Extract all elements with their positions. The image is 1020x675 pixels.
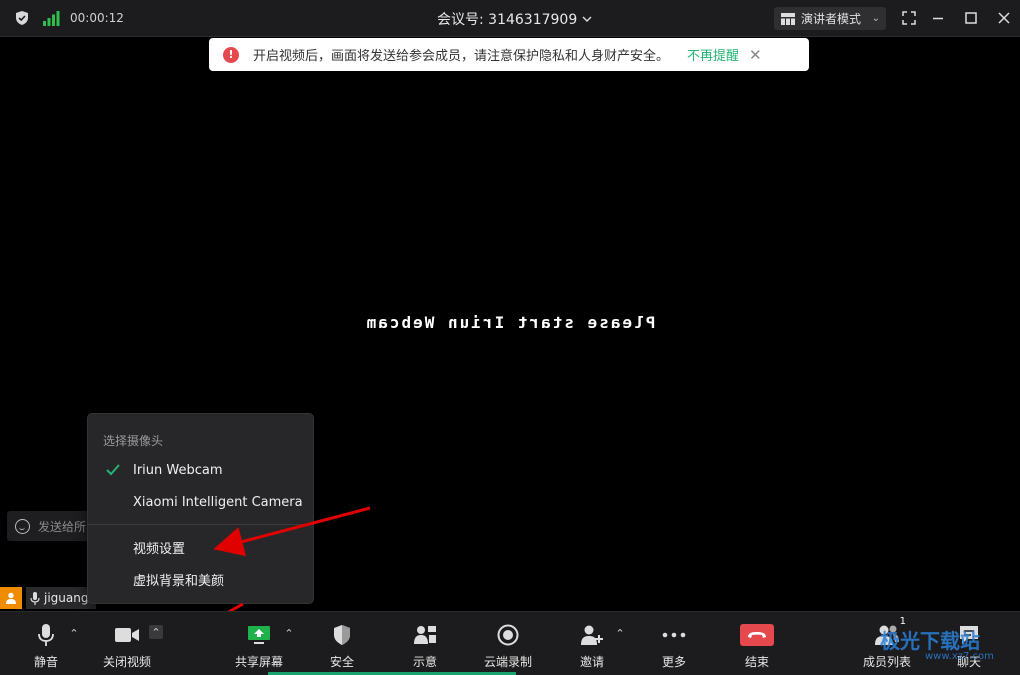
menu-divider — [88, 524, 313, 525]
camera-select-menu: 选择摄像头 Iriun Webcam Xiaomi Intelligent Ca… — [87, 413, 314, 604]
video-options-caret[interactable]: ⌃ — [149, 625, 163, 639]
fullscreen-icon[interactable] — [900, 9, 918, 27]
layout-grid-icon — [781, 12, 795, 25]
microphone-icon — [30, 591, 40, 605]
checkmark-icon — [106, 464, 120, 476]
close-icon[interactable] — [995, 9, 1013, 27]
emoji-icon[interactable] — [15, 518, 30, 534]
mute-label: 静音 — [33, 655, 58, 669]
user-icon — [6, 592, 16, 604]
shield-icon — [334, 625, 350, 645]
camera-option-label: Iriun Webcam — [133, 462, 223, 478]
video-settings-label: 视频设置 — [133, 541, 186, 557]
members-count-badge: 1 — [899, 616, 906, 627]
virtual-background-label: 虚拟背景和美颜 — [133, 573, 225, 589]
share-screen-icon — [248, 626, 270, 644]
record-icon — [497, 624, 519, 646]
meeting-id-label: 会议号: 3146317909 — [437, 12, 578, 28]
annotate-label: 示意 — [412, 655, 437, 669]
cloud-record-label: 云端录制 — [483, 655, 532, 669]
signal-icon[interactable] — [42, 10, 60, 26]
shield-icon[interactable] — [14, 10, 30, 26]
people-icon — [414, 626, 436, 644]
members-icon — [875, 625, 899, 645]
chat-placeholder: 发送给所 — [38, 519, 87, 534]
camera-menu-header: 选择摄像头 — [103, 434, 164, 448]
video-camera-icon — [115, 628, 139, 642]
more-button[interactable]: 更多 — [654, 612, 694, 675]
security-button[interactable]: 安全 — [322, 612, 362, 675]
mute-button[interactable]: 静音 — [26, 612, 66, 675]
participant-name: jiguang — [44, 591, 89, 605]
add-user-icon — [581, 625, 603, 645]
avatar — [0, 587, 22, 609]
share-screen-label: 共享屏幕 — [234, 655, 283, 669]
maximize-icon[interactable] — [962, 9, 980, 27]
microphone-icon — [38, 624, 54, 646]
share-screen-button[interactable]: 共享屏幕 — [232, 612, 286, 675]
participant-name-tag: jiguang — [26, 587, 97, 609]
chevron-down-icon — [582, 16, 592, 22]
privacy-notice: ! 开启视频后，画面将发送给参会成员，请注意保护隐私和人身财产安全。 不再提醒 … — [209, 38, 809, 71]
cloud-record-button[interactable]: 云端录制 — [481, 612, 535, 675]
chat-bubble-icon — [960, 626, 978, 644]
camera-option-iriun[interactable]: Iriun Webcam — [88, 455, 313, 485]
more-label: 更多 — [661, 655, 686, 669]
end-meeting-label: 结束 — [744, 655, 769, 669]
camera-option-label: Xiaomi Intelligent Camera — [133, 494, 303, 510]
hang-up-icon — [740, 624, 774, 646]
members-list-button[interactable]: 1 成员列表 — [860, 612, 914, 675]
video-placeholder-text: Please start Iriun Webcam — [364, 313, 656, 332]
members-list-label: 成员列表 — [862, 655, 911, 669]
stop-video-label: 关闭视频 — [102, 655, 151, 669]
virtual-background-item[interactable]: 虚拟背景和美颜 — [88, 564, 313, 594]
meeting-timer: 00:00:12 — [70, 11, 124, 25]
invite-label: 邀请 — [579, 655, 604, 669]
dont-remind-link[interactable]: 不再提醒 — [687, 45, 739, 64]
self-video-tile: jiguang — [0, 587, 97, 609]
video-settings-item[interactable]: 视频设置 — [88, 532, 313, 562]
chat-label: 聊天 — [956, 655, 981, 669]
presenter-mode-label: 演讲者模式 — [801, 12, 862, 26]
security-label: 安全 — [329, 655, 354, 669]
camera-option-xiaomi[interactable]: Xiaomi Intelligent Camera — [88, 487, 313, 517]
invite-options-caret[interactable]: ⌃ — [613, 626, 627, 640]
more-dots-icon — [662, 632, 686, 638]
warning-icon: ! — [223, 46, 239, 63]
chat-button[interactable]: 聊天 — [949, 612, 989, 675]
minimize-icon[interactable] — [929, 9, 947, 27]
top-bar: 00:00:12 会议号: 3146317909 演讲者模式 ⌄ — [0, 0, 1020, 37]
chevron-down-icon: ⌄ — [871, 13, 880, 24]
invite-button[interactable]: 邀请 — [572, 612, 612, 675]
share-options-caret[interactable]: ⌃ — [282, 626, 296, 640]
end-meeting-button[interactable]: 结束 — [737, 612, 777, 675]
close-icon[interactable]: ✕ — [749, 46, 762, 64]
stop-video-button[interactable]: 关闭视频 — [100, 612, 154, 675]
meeting-id-dropdown[interactable]: 会议号: 3146317909 — [437, 9, 593, 29]
audio-options-caret[interactable]: ⌃ — [67, 626, 81, 640]
privacy-notice-text: 开启视频后，画面将发送给参会成员，请注意保护隐私和人身财产安全。 — [253, 49, 670, 64]
bottom-toolbar: 静音 ⌃ 关闭视频 ⌃ 共享屏幕 ⌃ 安全 示意 云端录制 邀请 ⌃ 更多 结束… — [0, 611, 1020, 675]
presenter-mode-button[interactable]: 演讲者模式 ⌄ — [774, 7, 886, 30]
annotate-button[interactable]: 示意 — [405, 612, 445, 675]
